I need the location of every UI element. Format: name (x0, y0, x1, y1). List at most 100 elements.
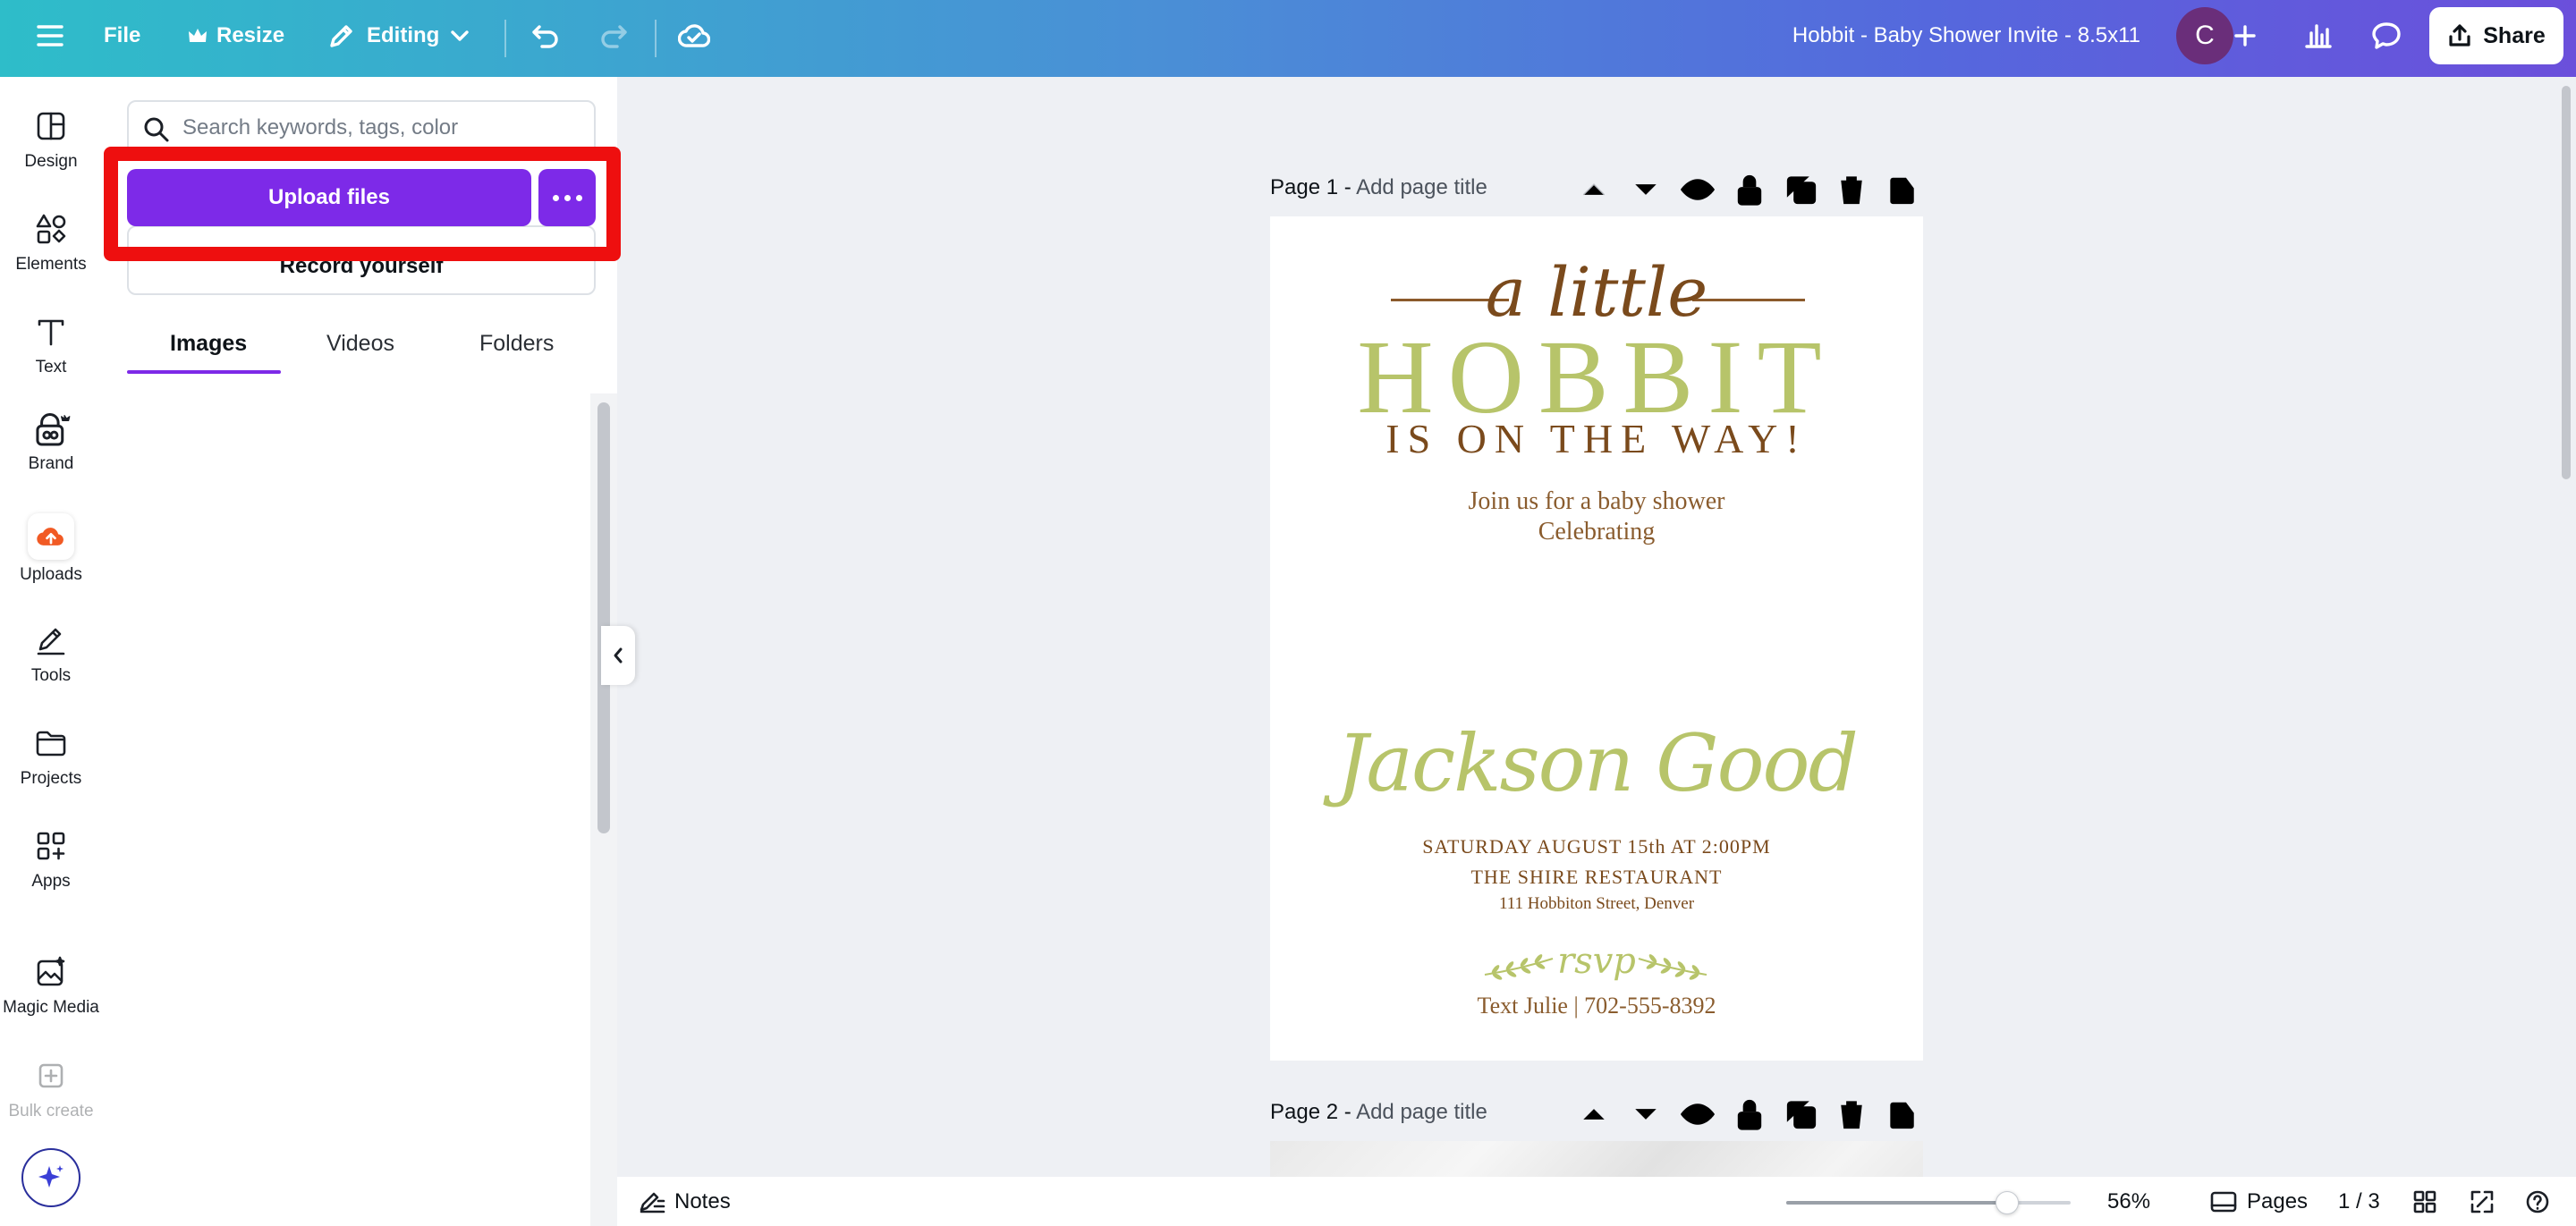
tab-folders[interactable]: Folders (479, 331, 554, 357)
editing-mode-button[interactable]: Editing (327, 16, 470, 55)
lock-page-icon[interactable] (1730, 1095, 1769, 1134)
join-text[interactable]: Join us for a baby shower Celebrating (1270, 486, 1923, 547)
leaf-branch-right-icon (1638, 954, 1707, 980)
celebrating-line: Celebrating (1538, 518, 1656, 545)
file-menu[interactable]: File (104, 16, 140, 55)
magic-media-icon (37, 956, 65, 986)
rail-label: Uploads (20, 565, 82, 584)
rail-label: Tools (30, 666, 72, 685)
panel-scrollbar[interactable] (597, 402, 610, 833)
design-page-1[interactable]: a little HOBBIT IS ON THE WAY! Join us f… (1270, 216, 1923, 1061)
rail-item-uploads[interactable]: Uploads (0, 513, 102, 603)
rail-label: Apps (31, 872, 71, 891)
hide-page-icon[interactable] (1678, 170, 1717, 209)
notes-label: Notes (674, 1189, 731, 1213)
honoree-name[interactable]: Jackson Good (1270, 717, 1923, 809)
folder-icon (36, 731, 66, 757)
rsvp-contact[interactable]: Text Julie | 702-555-8392 (1270, 993, 1923, 1019)
help-icon[interactable] (2524, 1186, 2551, 1218)
undo-icon[interactable] (526, 16, 565, 55)
comment-icon[interactable] (2358, 7, 2415, 64)
rsvp-script[interactable]: rsvp (1270, 941, 1923, 982)
rail-label: Bulk create (8, 1102, 94, 1120)
fullscreen-icon[interactable] (2469, 1186, 2496, 1218)
cloud-upload-icon (37, 528, 64, 545)
rail-item-tools[interactable]: Tools (0, 623, 102, 713)
document-title[interactable]: Hobbit - Baby Shower Invite - 8.5x11 (1792, 0, 2140, 72)
rail-item-elements[interactable]: Elements (0, 212, 102, 301)
headline-on-the-way[interactable]: IS ON THE WAY! (1270, 415, 1923, 462)
tab-videos[interactable]: Videos (326, 331, 394, 357)
pages-label: Pages (2247, 1189, 2309, 1213)
duplicate-page-icon[interactable] (1782, 170, 1821, 209)
rail-label: Elements (15, 255, 87, 274)
redo-icon[interactable] (594, 16, 633, 55)
collapse-panel-button[interactable] (601, 626, 635, 685)
add-page-icon[interactable] (1884, 1095, 1923, 1134)
event-venue[interactable]: THE SHIRE RESTAURANT (1270, 866, 1923, 889)
cloud-saved-icon[interactable] (674, 16, 714, 55)
pencil-icon (330, 25, 352, 47)
move-page-down-icon[interactable] (1626, 1095, 1665, 1134)
brand-icon (36, 412, 71, 446)
delete-page-icon[interactable] (1832, 170, 1871, 209)
resize-label: Resize (216, 23, 285, 47)
delete-page-icon[interactable] (1832, 1095, 1871, 1134)
page-title-input[interactable]: Add page title (1356, 175, 1487, 199)
page-number: Page 1 - (1270, 175, 1352, 199)
event-date[interactable]: SATURDAY AUGUST 15th AT 2:00PM (1270, 835, 1923, 858)
rail-item-design[interactable]: Design (0, 109, 102, 199)
search-icon (144, 117, 169, 142)
rail-item-text[interactable]: Text (0, 315, 102, 404)
lock-page-icon[interactable] (1730, 170, 1769, 209)
grid-view-icon[interactable] (2411, 1186, 2438, 1218)
sparkle-icon (38, 1165, 64, 1188)
share-label: Share (2483, 22, 2546, 48)
duplicate-page-icon[interactable] (1782, 1095, 1821, 1134)
text-icon (38, 319, 64, 346)
zoom-slider-track[interactable] (1786, 1201, 2071, 1205)
menu-icon[interactable] (25, 16, 75, 55)
rail-label: Brand (28, 454, 74, 473)
rail-label: Projects (20, 769, 82, 788)
page-title-input[interactable]: Add page title (1356, 1100, 1487, 1124)
rail-item-apps[interactable]: Apps (0, 829, 102, 918)
hide-page-icon[interactable] (1678, 1095, 1717, 1134)
share-upload-icon (2449, 24, 2470, 47)
pages-button[interactable]: Pages (2209, 1186, 2308, 1218)
red-highlight-box (104, 147, 621, 261)
notes-button[interactable]: Notes (639, 1186, 731, 1218)
move-page-up-icon[interactable] (1574, 170, 1614, 209)
page-2-label: Page 2 - Add page title (1270, 1100, 1487, 1125)
apps-icon (37, 832, 65, 860)
event-address[interactable]: 111 Hobbiton Street, Denver (1270, 894, 1923, 914)
resize-button[interactable]: Resize (188, 16, 284, 55)
share-button[interactable]: Share (2429, 7, 2563, 64)
page-number: Page 2 - (1270, 1100, 1352, 1124)
zoom-level[interactable]: 56% (2107, 1186, 2150, 1218)
search-input[interactable] (182, 109, 585, 147)
editing-label: Editing (367, 23, 440, 47)
rail-label: Design (24, 152, 78, 171)
canvas-scrollbar[interactable] (2562, 86, 2571, 479)
layout-icon (37, 112, 65, 140)
crown-icon (189, 29, 207, 42)
tab-images[interactable]: Images (170, 331, 247, 357)
rail-item-projects[interactable]: Projects (0, 726, 102, 816)
bulk-create-icon (38, 1063, 64, 1088)
move-page-up-icon[interactable] (1574, 1095, 1614, 1134)
invite-plus-icon[interactable] (2222, 13, 2268, 59)
move-page-down-icon[interactable] (1626, 170, 1665, 209)
zoom-slider-fill (1786, 1201, 2008, 1205)
add-page-icon[interactable] (1884, 170, 1923, 209)
insights-chart-icon[interactable] (2290, 7, 2347, 64)
magic-assistant-button[interactable] (21, 1148, 80, 1207)
rail-item-magic-media[interactable]: Magic Media (0, 955, 102, 1044)
rail-item-brand[interactable]: Brand (0, 411, 102, 501)
page-1-label: Page 1 - Add page title (1270, 175, 1487, 200)
rail-label: Magic Media (3, 998, 99, 1017)
chevron-left-icon (614, 647, 623, 664)
rail-item-bulk-create[interactable]: Bulk create (0, 1059, 102, 1148)
active-indicator (28, 513, 74, 560)
rail-label: Text (35, 358, 67, 376)
